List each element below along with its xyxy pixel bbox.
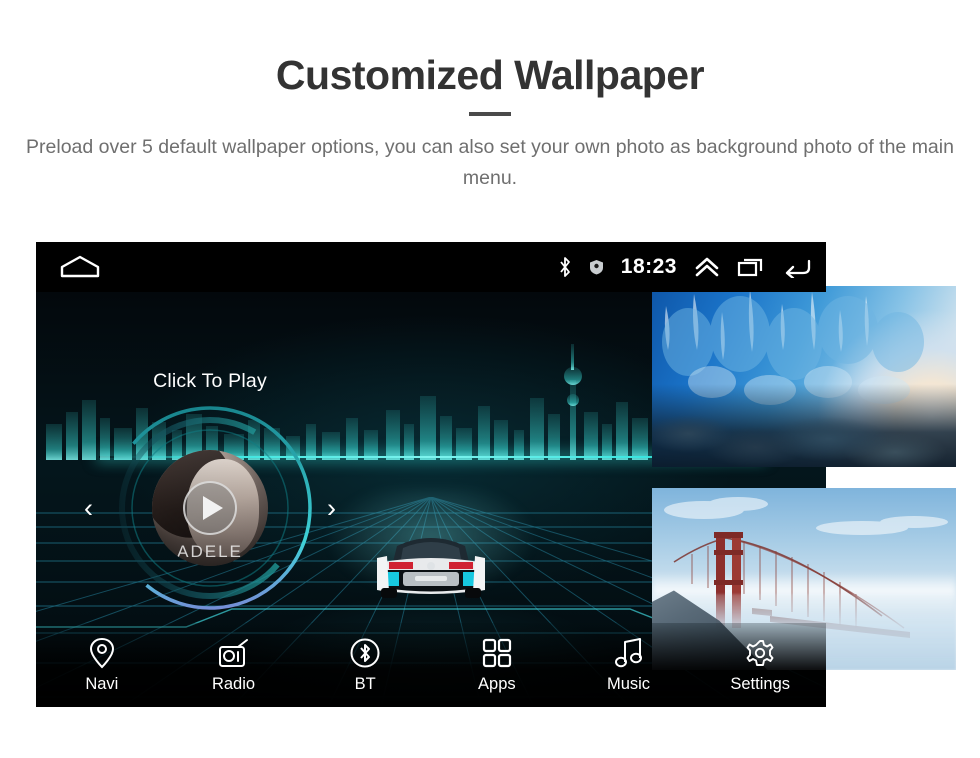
play-button[interactable] [183, 481, 237, 535]
gear-icon [745, 636, 775, 670]
next-track-button[interactable]: › [327, 494, 336, 522]
media-ring: ADELE ‹ › [84, 398, 336, 618]
nav-label-bt: BT [354, 675, 376, 693]
home-icon[interactable] [58, 254, 102, 280]
nav-item-apps[interactable]: Apps [431, 636, 563, 694]
nav-item-music[interactable]: Music [563, 636, 695, 694]
nav-item-bt[interactable]: BT [299, 636, 431, 694]
car-illustration [357, 512, 505, 620]
nav-label-radio: Radio [211, 675, 256, 693]
wallpaper-feature-page: Customized Wallpaper Preload over 5 defa… [0, 0, 980, 758]
nav-item-navi[interactable]: Navi [36, 636, 168, 694]
page-title: Customized Wallpaper [275, 52, 705, 98]
location-badge-icon [589, 259, 604, 275]
page-subtitle: Preload over 5 default wallpaper options… [26, 136, 954, 189]
grid-apps-icon [482, 636, 512, 670]
status-bar-right-group: 18:23 [558, 242, 812, 292]
bluetooth-icon [558, 256, 572, 278]
map-pin-icon [89, 636, 115, 670]
nav-label-music: Music [606, 675, 651, 693]
back-arrow-icon[interactable] [782, 256, 812, 278]
nav-label-settings: Settings [730, 675, 790, 693]
ice-cave-foreground-rocks [652, 383, 956, 467]
bluetooth-circle-icon [349, 636, 381, 670]
nav-item-radio[interactable]: Radio [168, 636, 300, 694]
bottom-navigation-bar: Navi Radio BT Apps Music Settings [36, 623, 826, 707]
play-icon [203, 496, 223, 520]
click-to-play-label: Click To Play [153, 370, 267, 392]
nav-item-settings[interactable]: Settings [694, 636, 826, 694]
nav-label-apps: Apps [478, 675, 516, 693]
previous-track-button[interactable]: ‹ [84, 494, 93, 522]
chevron-up-double-icon[interactable] [694, 256, 720, 278]
radio-icon [218, 636, 250, 670]
media-player-widget[interactable]: Click To Play ADELE ‹ › [84, 370, 336, 620]
nav-label-navi: Navi [85, 675, 119, 693]
music-note-icon [614, 636, 644, 670]
status-bar: 18:23 [36, 242, 826, 292]
status-bar-clock: 18:23 [620, 255, 677, 278]
recents-icon[interactable] [737, 256, 765, 278]
title-divider [469, 112, 511, 116]
album-artist-label: ADELE [177, 542, 243, 561]
ice-cave-wallpaper[interactable] [652, 286, 956, 467]
